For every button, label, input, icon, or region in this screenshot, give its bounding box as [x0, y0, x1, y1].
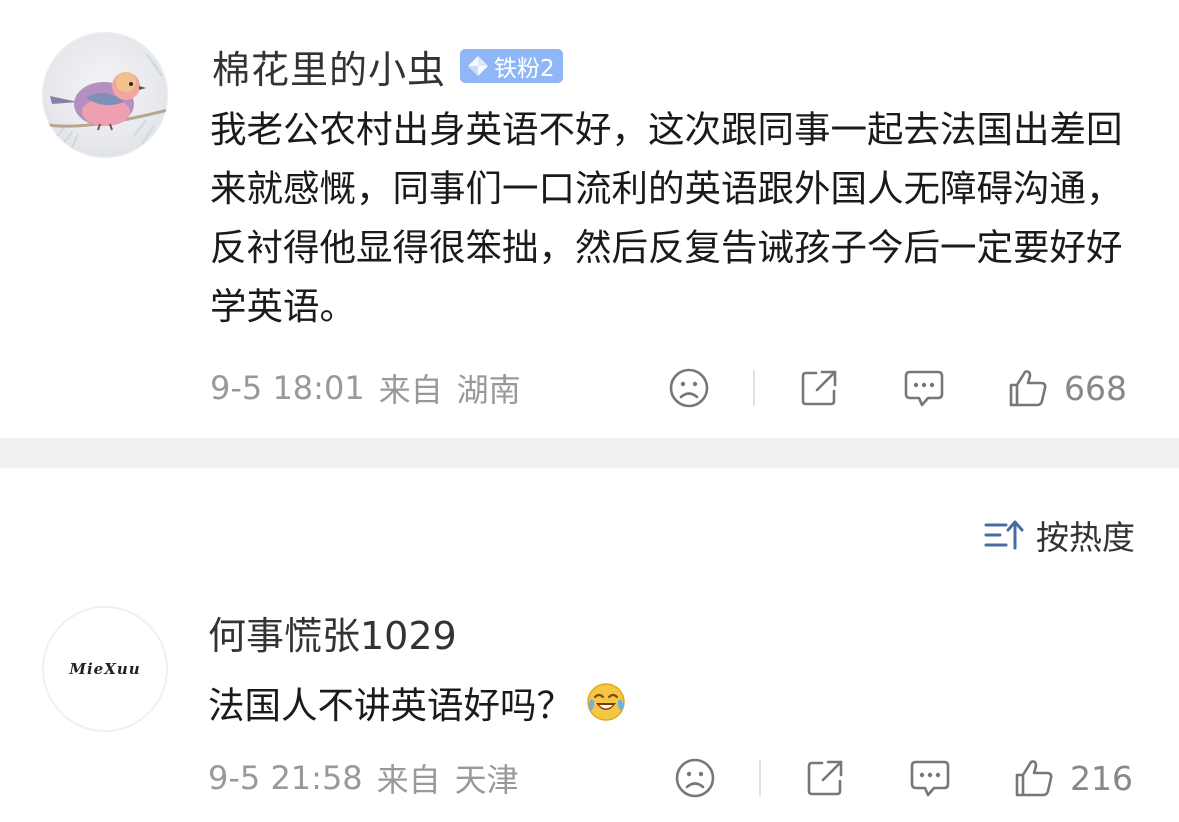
share-icon — [801, 370, 837, 406]
laughing-crying-emoji — [587, 683, 625, 721]
fan-badge-label: 铁粉2 — [494, 56, 555, 82]
dislike-button[interactable] — [674, 748, 716, 808]
share-icon — [807, 760, 843, 796]
action-divider — [753, 370, 755, 406]
thumbs-up-icon — [1009, 370, 1047, 407]
comment-bubble-icon — [904, 370, 944, 407]
like-button[interactable]: 668 — [1006, 358, 1127, 418]
comment-avatar[interactable]: MieXuu — [42, 606, 168, 732]
username[interactable]: 棉花里的小虫 — [212, 39, 446, 94]
source-prefix: 来自 — [376, 761, 441, 799]
section-divider — [0, 438, 1179, 468]
sad-face-icon — [669, 368, 709, 408]
comment-time: 9-5 21:58 — [208, 759, 363, 797]
action-divider — [759, 760, 761, 796]
avatar[interactable] — [42, 32, 168, 158]
post: 棉花里的小虫 铁粉2 我老公农村出身英语不好，这次跟同事一起去法国出差回来就感慨… — [0, 0, 1179, 438]
dislike-button[interactable] — [668, 358, 710, 418]
comment-bubble-icon — [910, 760, 950, 797]
bird-avatar-image — [42, 53, 168, 153]
location: 湖南 — [456, 371, 521, 409]
post-time: 9-5 18:01 — [210, 369, 365, 407]
sad-face-icon — [675, 758, 715, 798]
sort-icon — [984, 520, 1024, 550]
share-button[interactable] — [804, 748, 846, 808]
comment-username[interactable]: 何事慌张1029 — [208, 608, 457, 664]
source-prefix: 来自 — [378, 371, 443, 409]
comment-content: 法国人不讲英语好吗？ — [208, 672, 627, 732]
comment-button[interactable] — [902, 358, 946, 418]
diamond-icon — [468, 56, 489, 76]
post-header: 棉花里的小虫 铁粉2 — [212, 38, 563, 94]
like-count: 668 — [1064, 368, 1127, 408]
comment-button[interactable] — [908, 748, 952, 808]
like-button[interactable]: 216 — [1012, 748, 1133, 808]
comment-thread-page: 棉花里的小虫 铁粉2 我老公农村出身英语不好，这次跟同事一起去法国出差回来就感慨… — [0, 0, 1179, 822]
sort-toggle[interactable]: 按热度 — [984, 508, 1135, 562]
like-count: 216 — [1070, 758, 1133, 798]
fan-badge[interactable]: 铁粉2 — [460, 49, 563, 83]
thumbs-up-icon — [1015, 760, 1053, 797]
post-content: 我老公农村出身英语不好，这次跟同事一起去法国出差回来就感慨，同事们一口流利的英语… — [210, 108, 1123, 328]
sort-label: 按热度 — [1036, 518, 1135, 557]
share-button[interactable] — [798, 358, 840, 418]
comment-text: 法国人不讲英语好吗？ — [208, 683, 573, 727]
location: 天津 — [454, 761, 519, 799]
post-meta: 9-5 18:01 来自 湖南 — [210, 358, 521, 418]
avatar-logo-text: MieXuu — [69, 660, 141, 678]
comment-meta: 9-5 21:58 来自 天津 — [208, 748, 519, 808]
